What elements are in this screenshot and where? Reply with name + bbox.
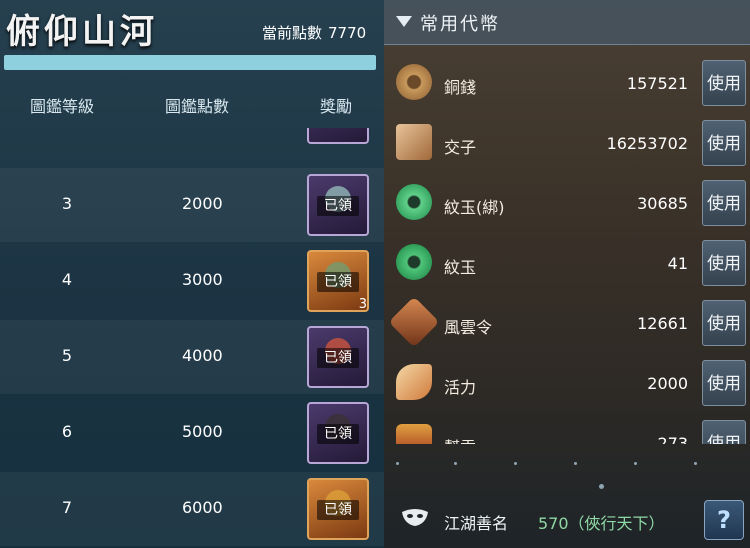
currency-item: 風雲令 12661 使用 [384, 294, 750, 354]
points-value: 7770 [328, 24, 367, 42]
reward-item[interactable]: 已領 [307, 326, 369, 388]
table-row: 4 3000 已領 3 [0, 244, 384, 318]
reward-item[interactable]: 已領 [307, 402, 369, 464]
use-button[interactable]: 使用 [702, 420, 746, 444]
help-button[interactable]: ? [704, 500, 744, 540]
table-header: 圖鑑等級 圖鑑點數 獎勵 [0, 93, 384, 117]
currency-amount: 16253702 [606, 134, 688, 153]
currency-name: 幫貢 [444, 434, 476, 444]
points-label: 當前點數 [262, 24, 323, 42]
row-level: 5 [61, 346, 73, 365]
currency-amount: 2000 [647, 374, 688, 393]
reputation-label: 江湖善名 [444, 514, 509, 533]
header-points: 圖鑑點數 [165, 97, 230, 116]
reputation-bar: 江湖善名 570（俠行天下） ? [384, 494, 750, 548]
currency-item: 幫貢 273 使用 [384, 414, 750, 444]
currency-name: 紋玉(綁) [444, 198, 505, 217]
table-row: 3 2000 已領 [0, 168, 384, 242]
header-level: 圖鑑等級 [30, 97, 95, 116]
currency-name: 銅錢 [444, 78, 477, 97]
currency-item: 交子 16253702 使用 [384, 114, 750, 174]
currency-amount: 41 [667, 254, 688, 273]
row-level: 7 [61, 498, 73, 517]
currency-list[interactable]: 銅錢 157521 使用 交子 16253702 使用 紋玉(綁) 30685 … [384, 48, 750, 444]
reward-item[interactable]: 已領 [307, 478, 369, 540]
divider [384, 452, 750, 492]
divider-dot [574, 462, 577, 465]
currency-amount: 157521 [626, 74, 688, 93]
currency-name: 紋玉 [444, 258, 477, 277]
row-points: 5000 [182, 422, 223, 441]
claimed-label: 已領 [317, 196, 359, 216]
reward-qty: 3 [358, 297, 367, 312]
currency-item: 紋玉 41 使用 [384, 234, 750, 294]
use-button[interactable]: 使用 [702, 240, 746, 286]
claimed-label: 已領 [317, 348, 359, 368]
atlas-table[interactable]: 2 1000 已領 3 2000 已領 4 3000 已領 3 5 40 [0, 128, 384, 548]
currency-header-label: 常用代幣 [420, 14, 500, 35]
currency-amount: 30685 [637, 194, 688, 213]
currency-amount: 273 [657, 434, 688, 444]
divider-dot [514, 462, 517, 465]
row-level: 4 [61, 270, 73, 289]
row-points: 3000 [182, 270, 223, 289]
currency-item: 紋玉(綁) 30685 使用 [384, 174, 750, 234]
reputation-value: 570（俠行天下） [538, 514, 665, 533]
paper-money-icon [396, 124, 432, 160]
use-button[interactable]: 使用 [702, 120, 746, 166]
crane-icon [396, 364, 432, 400]
bound-jade-icon [396, 184, 432, 220]
table-row: 2 1000 已領 [0, 128, 384, 150]
divider-dot [634, 462, 637, 465]
collapse-triangle-icon[interactable] [396, 16, 412, 27]
copper-coin-icon [396, 64, 432, 100]
claimed-label: 已領 [317, 272, 359, 292]
token-icon [388, 296, 440, 348]
use-button[interactable]: 使用 [702, 300, 746, 346]
divider-dot [694, 462, 697, 465]
currency-item: 銅錢 157521 使用 [384, 54, 750, 114]
currency-amount: 12661 [637, 314, 688, 333]
claimed-label: 已領 [317, 500, 359, 520]
panel-title: 俯仰山河 [6, 12, 158, 52]
row-points: 2000 [182, 194, 223, 213]
table-row: 5 4000 已領 [0, 320, 384, 394]
guild-icon [396, 424, 432, 444]
currency-name: 風雲令 [444, 318, 493, 337]
currency-item: 活力 2000 使用 [384, 354, 750, 414]
table-row: 7 6000 已領 [0, 472, 384, 546]
row-points: 4000 [182, 346, 223, 365]
use-button[interactable]: 使用 [702, 360, 746, 406]
row-points: 6000 [182, 498, 223, 517]
current-points: 當前點數 7770 [262, 22, 366, 43]
use-button[interactable]: 使用 [702, 180, 746, 226]
reward-item[interactable]: 已領 [307, 128, 369, 144]
reward-item[interactable]: 已領 3 [307, 250, 369, 312]
divider-dot [454, 462, 457, 465]
row-level: 6 [61, 422, 73, 441]
reward-item[interactable]: 已領 [307, 174, 369, 236]
header-reward: 獎勵 [320, 97, 353, 116]
currency-panel: 常用代幣 銅錢 157521 使用 交子 16253702 使用 紋玉(綁) 3… [384, 0, 750, 548]
divider-dot [599, 484, 604, 489]
currency-name: 活力 [444, 378, 477, 397]
claimed-label: 已領 [317, 424, 359, 444]
atlas-panel: 俯仰山河 當前點數 7770 圖鑑等級 圖鑑點數 獎勵 2 1000 已領 3 2… [0, 0, 384, 548]
use-button[interactable]: 使用 [702, 60, 746, 106]
currency-header[interactable]: 常用代幣 [384, 0, 750, 45]
mask-icon [400, 508, 430, 528]
divider-dot [396, 462, 399, 465]
progress-bar [4, 55, 376, 70]
row-level: 3 [61, 194, 73, 213]
table-row: 6 5000 已領 [0, 396, 384, 470]
currency-name: 交子 [444, 138, 477, 157]
jade-icon [396, 244, 432, 280]
